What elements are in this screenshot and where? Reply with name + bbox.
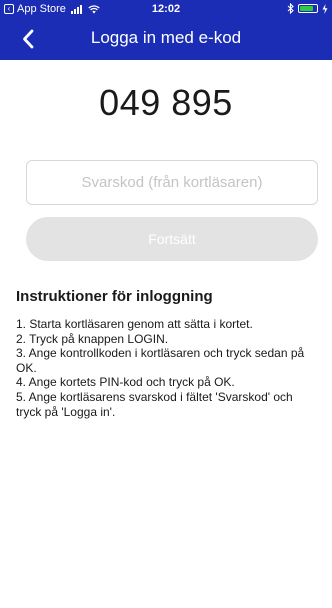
instruction-step: 3. Ange kontrollkoden i kortläsaren och …	[16, 346, 305, 375]
status-right	[287, 3, 328, 14]
challenge-code: 049 895	[99, 82, 233, 123]
back-button[interactable]	[12, 23, 44, 55]
status-time: 12:02	[151, 3, 181, 15]
instructions-list: 1. Starta kortläsaren genom att sätta i …	[16, 317, 321, 419]
navigation-bar: Logga in med e-kod	[0, 18, 332, 60]
response-code-input[interactable]	[26, 160, 318, 205]
page-title: Logga in med e-kod	[90, 28, 242, 47]
app-header: ‹ App Store 12:02 Logga in med e-kod	[0, 0, 332, 60]
instruction-step: 1. Starta kortläsaren genom att sätta i …	[16, 317, 253, 331]
charging-bolt-icon	[322, 3, 328, 14]
instruction-step: 2. Tryck på knappen LOGIN.	[16, 331, 169, 346]
battery-icon	[298, 4, 318, 13]
instruction-step: 5. Ange kortläsarens svarskod i fältet '…	[16, 389, 293, 419]
chevron-left-icon	[23, 29, 34, 49]
continue-button[interactable]: Fortsätt	[26, 217, 318, 261]
bluetooth-icon	[287, 3, 294, 14]
instruction-step: 4. Ange kortets PIN-kod och tryck på OK.	[16, 375, 235, 390]
status-bar: ‹ App Store 12:02	[0, 0, 332, 18]
battery-level-fill	[300, 6, 313, 11]
instructions-title: Instruktioner för inloggning	[16, 288, 213, 305]
